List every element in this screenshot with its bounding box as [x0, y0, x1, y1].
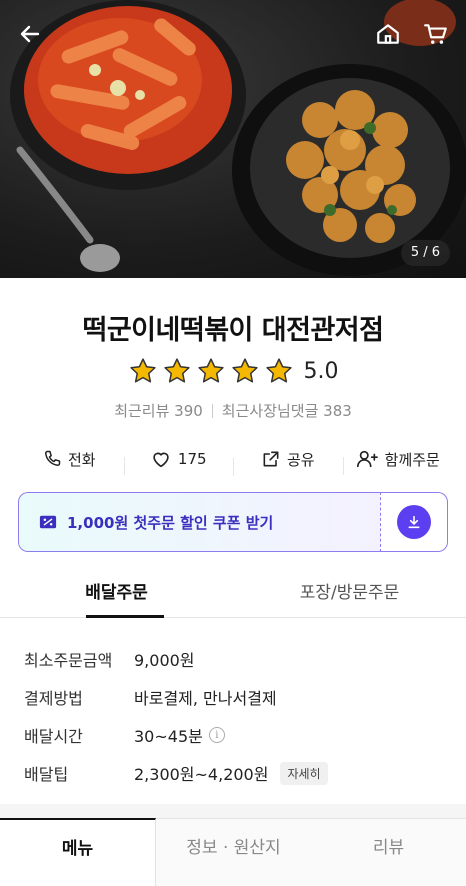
coupon-banner[interactable]: 1,000원 첫주문 할인 쿠폰 받기 — [18, 492, 380, 552]
back-button[interactable] — [14, 18, 46, 50]
like-count: 175 — [177, 450, 207, 468]
payment-label: 결제방법 — [24, 689, 83, 708]
payment-row: 결제방법 바로결제, 만나서결제 — [24, 678, 444, 716]
delivery-time-row: 배달시간 30~45분 i — [24, 716, 444, 754]
delivery-tip-value: 2,300원~4,200원 — [134, 765, 269, 784]
delivery-time-value: 30~45분 — [134, 727, 203, 746]
tab-delivery[interactable]: 배달주문 — [0, 570, 233, 618]
star-icon — [231, 358, 258, 383]
store-content-tabs: 메뉴 정보 · 원산지 리뷰 — [0, 818, 466, 886]
star-icon — [129, 358, 156, 383]
min-order-value: 9,000원 — [134, 651, 195, 670]
review-counts: 최근리뷰 390 최근사장님댓글 383 — [0, 400, 466, 421]
delivery-tip-row: 배달팁 2,300원~4,200원 자세히 — [24, 754, 444, 792]
group-order-label: 함께주문 — [384, 450, 440, 469]
first-order-coupon: 1,000원 첫주문 할인 쿠폰 받기 — [18, 492, 448, 552]
star-icon — [197, 358, 224, 383]
delivery-time-label: 배달시간 — [24, 727, 83, 746]
phone-label: 전화 — [67, 450, 96, 469]
store-photo-carousel[interactable]: 5 / 6 — [0, 0, 466, 278]
store-rating: 5.0 — [0, 356, 466, 386]
store-actions: 전화 175 공유 함께주문 — [14, 440, 452, 478]
delivery-info: 최소주문금액 9,000원 결제방법 바로결제, 만나서결제 배달시간 30~4… — [24, 640, 444, 792]
min-order-row: 최소주문금액 9,000원 — [24, 640, 444, 678]
heart-icon — [153, 452, 169, 468]
share-icon — [263, 451, 279, 467]
payment-value: 바로결제, 만나서결제 — [134, 689, 277, 708]
share-button[interactable]: 공유 — [233, 449, 343, 476]
star-icon — [163, 358, 190, 383]
home-button[interactable] — [372, 18, 404, 50]
like-button[interactable]: 175 — [123, 448, 234, 475]
cart-button[interactable] — [420, 18, 452, 50]
section-divider — [0, 804, 466, 818]
rating-score: 5.0 — [303, 358, 339, 384]
store-name: 떡군이네떡볶이 대전관저점 — [82, 315, 384, 346]
star-icon — [265, 358, 292, 383]
coupon-label: 1,000원 첫주문 할인 쿠폰 받기 — [67, 513, 274, 532]
tip-detail-button[interactable]: 자세히 — [280, 761, 328, 785]
phone-button[interactable]: 전화 — [14, 449, 124, 470]
min-order-label: 최소주문금액 — [24, 651, 113, 670]
order-type-tabs: 배달주문 포장/방문주문 — [0, 570, 466, 618]
tab-reviews[interactable]: 리뷰 — [311, 819, 466, 886]
coupon-icon — [39, 515, 57, 529]
back-arrow-icon — [20, 25, 40, 43]
cart-icon — [424, 24, 447, 44]
owner-replies-link[interactable]: 최근사장님댓글 383 — [222, 400, 352, 421]
delivery-tip-label: 배달팁 — [24, 765, 69, 784]
delivery-time-wrap: 30~45분 i — [134, 723, 225, 747]
share-label: 공유 — [286, 450, 315, 469]
recent-reviews-link[interactable]: 최근리뷰 390 — [114, 400, 203, 421]
delivery-tip-wrap: 2,300원~4,200원 자세히 — [134, 761, 328, 785]
tab-info-origin[interactable]: 정보 · 원산지 — [156, 819, 311, 886]
tab-pickup[interactable]: 포장/방문주문 — [233, 570, 466, 617]
add-person-icon — [356, 450, 378, 468]
group-order-button[interactable]: 함께주문 — [342, 448, 453, 475]
divider — [211, 403, 213, 418]
coupon-download-button[interactable] — [380, 492, 448, 552]
phone-icon — [44, 450, 61, 466]
download-icon — [397, 505, 431, 539]
info-icon[interactable]: i — [208, 727, 225, 743]
tab-menu[interactable]: 메뉴 — [0, 818, 156, 886]
photo-counter: 5 / 6 — [400, 240, 450, 266]
home-icon — [377, 24, 399, 44]
